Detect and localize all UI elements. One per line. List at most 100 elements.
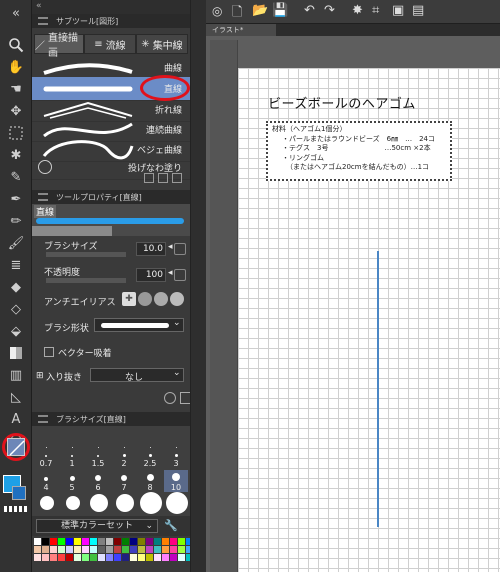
opacity-value[interactable]: 100 bbox=[136, 268, 166, 282]
brush-size-cell[interactable]: 3 bbox=[164, 446, 188, 468]
palette-swatch[interactable] bbox=[90, 538, 97, 545]
antialias-medium-icon[interactable] bbox=[154, 292, 168, 306]
tab-flow-lines[interactable]: ≡ 流線 bbox=[84, 34, 136, 54]
palette-swatch[interactable] bbox=[58, 538, 65, 545]
copy-subtool-icon[interactable] bbox=[158, 173, 168, 183]
palette-swatch[interactable] bbox=[82, 538, 89, 545]
palette-swatch[interactable] bbox=[82, 554, 89, 561]
palette-swatch[interactable] bbox=[42, 538, 49, 545]
palette-swatch[interactable] bbox=[170, 538, 177, 545]
palette-swatch[interactable] bbox=[106, 538, 113, 545]
palette-swatch[interactable] bbox=[66, 538, 73, 545]
brush-size-cell[interactable] bbox=[66, 496, 80, 510]
palette-swatch[interactable] bbox=[138, 538, 145, 545]
brush-size-cell[interactable]: 4 bbox=[34, 470, 58, 492]
antialias-strong-icon[interactable] bbox=[170, 292, 184, 306]
decoration-tool-icon[interactable]: ≣ bbox=[4, 254, 28, 276]
frame-tool-icon[interactable]: ▥ bbox=[4, 364, 28, 386]
palette-swatch[interactable] bbox=[178, 538, 185, 545]
brush-size-cell[interactable]: 1.5 bbox=[86, 446, 110, 468]
brush-size-cell[interactable] bbox=[40, 496, 54, 510]
wrench-icon[interactable]: 🔧 bbox=[164, 519, 178, 532]
menu-grip-icon[interactable] bbox=[38, 193, 48, 201]
palette-swatch[interactable] bbox=[162, 538, 169, 545]
brush-shape-select[interactable]: ⌄ bbox=[94, 318, 184, 332]
palette-swatch[interactable] bbox=[90, 554, 97, 561]
palette-swatch[interactable] bbox=[58, 546, 65, 553]
opacity-slider[interactable] bbox=[46, 278, 126, 283]
stepper-icon[interactable]: ◂ bbox=[168, 268, 173, 278]
brush-size-cell[interactable] bbox=[140, 492, 162, 514]
palette-swatch[interactable] bbox=[58, 554, 65, 561]
palette-swatch[interactable] bbox=[98, 554, 105, 561]
palette-swatch[interactable] bbox=[130, 546, 137, 553]
vector-snap-checkbox[interactable] bbox=[44, 347, 54, 357]
palette-swatch[interactable] bbox=[138, 546, 145, 553]
menu-grip-icon[interactable] bbox=[38, 17, 48, 25]
palette-swatch[interactable] bbox=[50, 554, 57, 561]
palette-swatch[interactable] bbox=[162, 554, 169, 561]
palette-swatch[interactable] bbox=[122, 538, 129, 545]
fill-tool-icon[interactable]: ⬙ bbox=[4, 320, 28, 342]
brush-size-cell[interactable]: 2 bbox=[112, 446, 136, 468]
palette-swatch[interactable] bbox=[130, 538, 137, 545]
brush-size-cell[interactable] bbox=[116, 494, 134, 512]
palette-swatch[interactable] bbox=[154, 546, 161, 553]
palette-swatch[interactable] bbox=[66, 554, 73, 561]
clear-icon[interactable]: ✸ bbox=[352, 3, 363, 18]
save-icon[interactable]: 💾 bbox=[272, 3, 288, 18]
brush-size-cell[interactable]: 8 bbox=[138, 470, 162, 492]
move-tool-icon[interactable]: ✥ bbox=[4, 100, 28, 122]
brush-size-cell[interactable]: 0.7 bbox=[34, 446, 58, 468]
panel-scrollbar[interactable] bbox=[190, 0, 206, 572]
new-file-icon[interactable]: 🗋 bbox=[232, 3, 242, 25]
brush-tool-icon[interactable]: 🖌 bbox=[4, 232, 28, 254]
brush-size-cell[interactable] bbox=[166, 492, 188, 514]
tab-focus-lines[interactable]: ✳ 集中線 bbox=[136, 34, 188, 54]
palette-swatch[interactable] bbox=[138, 554, 145, 561]
palette-swatch[interactable] bbox=[50, 546, 57, 553]
app-logo-icon[interactable]: ◎ bbox=[212, 4, 222, 18]
ruler-tool-icon[interactable]: ◺ bbox=[4, 386, 28, 408]
text-tool-icon[interactable]: A bbox=[4, 408, 28, 430]
antialias-weak-icon[interactable] bbox=[138, 292, 152, 306]
palette-swatch[interactable] bbox=[66, 546, 73, 553]
canvas-tab[interactable]: イラスト* bbox=[206, 24, 276, 36]
subtool-settings-icon[interactable] bbox=[144, 173, 154, 183]
selection-tool-icon[interactable] bbox=[4, 122, 28, 144]
palette-swatch[interactable] bbox=[74, 538, 81, 545]
transparent-color-icon[interactable] bbox=[4, 506, 28, 512]
brush-size-cell[interactable]: 7 bbox=[112, 470, 136, 492]
brush-size-cell[interactable]: 5 bbox=[60, 470, 84, 492]
palette-swatch[interactable] bbox=[34, 546, 41, 553]
palette-swatch[interactable] bbox=[146, 554, 153, 561]
figure-tool-icon[interactable] bbox=[7, 438, 25, 456]
undo-icon[interactable]: ↶ bbox=[304, 3, 315, 18]
brush-size-cell[interactable]: 2.5 bbox=[138, 446, 162, 468]
palette-swatch[interactable] bbox=[106, 546, 113, 553]
brush-size-value[interactable]: 10.0 bbox=[136, 242, 166, 256]
palette-swatch[interactable] bbox=[34, 554, 41, 561]
brush-size-slider[interactable] bbox=[46, 252, 126, 257]
palette-swatch[interactable] bbox=[162, 546, 169, 553]
dynamics-icon[interactable] bbox=[174, 269, 186, 281]
palette-swatch[interactable] bbox=[42, 546, 49, 553]
palette-swatch[interactable] bbox=[50, 538, 57, 545]
palette-swatch[interactable] bbox=[178, 554, 185, 561]
palette-swatch[interactable] bbox=[146, 546, 153, 553]
palette-swatch[interactable] bbox=[114, 546, 121, 553]
auto-select-icon[interactable]: ✱ bbox=[4, 144, 28, 166]
pencil-tool-icon[interactable]: ✏ bbox=[4, 210, 28, 232]
fill-selection-icon[interactable]: ▣ bbox=[392, 3, 404, 18]
brush-size-cell[interactable]: 1 bbox=[60, 446, 84, 468]
collapse-icon[interactable]: « bbox=[4, 2, 28, 24]
sub-color-swatch[interactable] bbox=[12, 486, 26, 500]
hand-rotate-icon[interactable]: ☚ bbox=[4, 78, 28, 100]
palette-swatch[interactable] bbox=[106, 554, 113, 561]
blend-tool-icon[interactable]: ◇ bbox=[4, 298, 28, 320]
palette-swatch[interactable] bbox=[34, 538, 41, 545]
palette-swatch[interactable] bbox=[178, 546, 185, 553]
open-file-icon[interactable]: 📂 bbox=[252, 3, 268, 18]
reset-icon[interactable] bbox=[164, 392, 176, 404]
collapse-icon[interactable]: « bbox=[36, 1, 42, 11]
